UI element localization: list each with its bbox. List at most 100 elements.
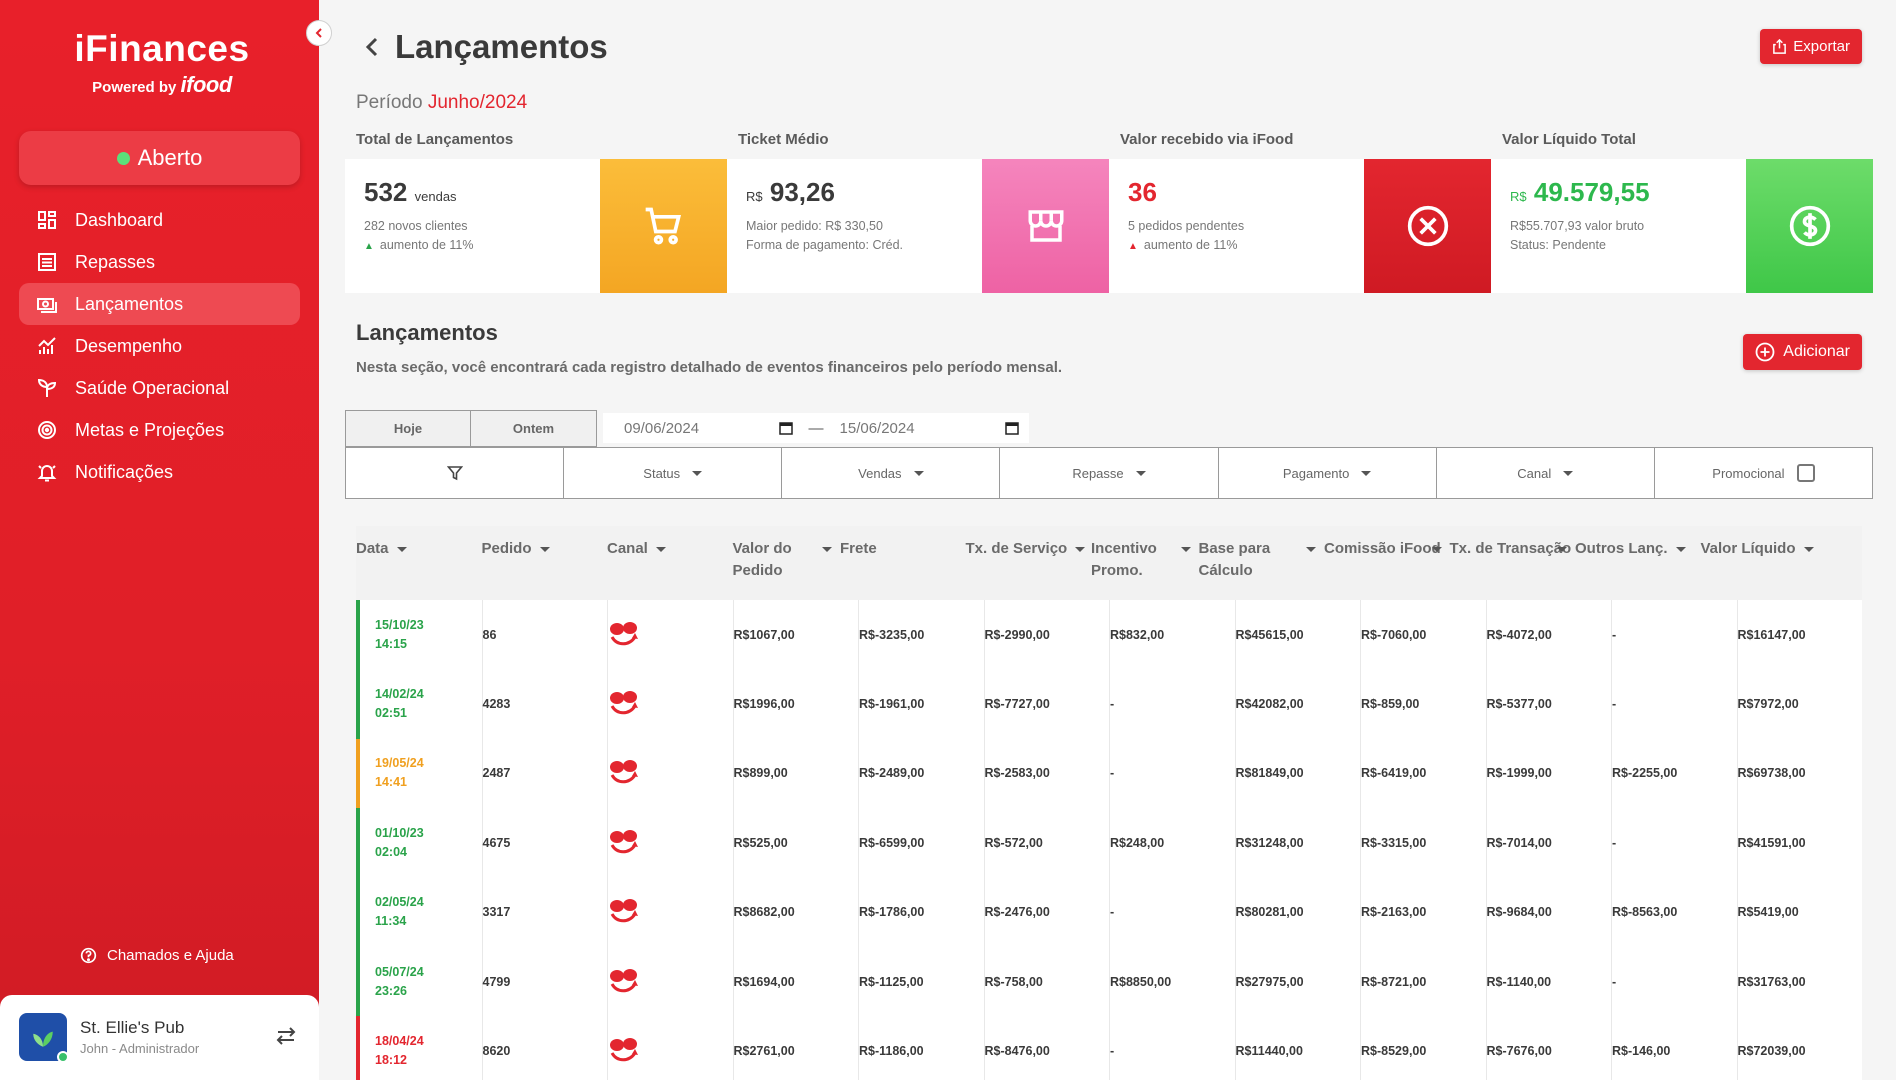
table-row[interactable]: 18/04/24 18:12 8620 R$2761,00 R$-1186,00 R$-8… [356, 1016, 1862, 1080]
table-row[interactable]: 02/05/24 11:34 3317 R$8682,00 R$-1786,00 R$-2… [356, 877, 1862, 947]
date-value: 01/10/23 [375, 825, 424, 840]
date-separator: — [808, 419, 824, 437]
stat-trend: ▲ aumento de 11% [364, 238, 474, 252]
status-bar [356, 738, 360, 809]
promo-label: Promocional [1712, 465, 1785, 481]
cell-value: - [1109, 738, 1235, 809]
cell-date: 14/02/24 02:51 [356, 669, 482, 738]
date-from-input[interactable]: 09/06/2024 [603, 420, 803, 437]
sidebar-item-notificacoes[interactable]: Notificações [19, 451, 300, 493]
table-row[interactable]: 14/02/24 02:51 4283 R$1996,00 R$-1961,00 R$-7… [356, 669, 1862, 739]
sidebar-item-saude-operacional[interactable]: Saúde Operacional [19, 367, 300, 409]
status-bar [356, 600, 360, 670]
store-name: St. Ellie's Pub [80, 1018, 185, 1037]
stat-sub: 282 novos clientes [364, 219, 468, 233]
cell-value: R$-7727,00 [983, 669, 1110, 739]
cell-value: R$-859,00 [1360, 669, 1486, 739]
time-value: 02:04 [375, 844, 407, 859]
table-row[interactable]: 01/10/23 02:04 4675 R$525,00 R$-6599,00 R$-57… [356, 808, 1862, 878]
cell-value: R$-1125,00 [858, 946, 984, 1017]
ifood-channel-icon [610, 829, 638, 854]
sidebar: iFinances Powered by ifood Aberto Dashbo… [0, 0, 319, 1080]
table-row[interactable]: 05/07/24 23:26 4799 R$1694,00 R$-1125,00 R$-7… [356, 946, 1862, 1017]
column-header[interactable]: Canal [607, 526, 733, 600]
stat-icon-block [1364, 159, 1491, 293]
payment-dropdown[interactable]: Pagamento [1217, 448, 1436, 498]
filter-today-button[interactable]: Hoje [345, 410, 471, 447]
ifood-channel-icon [610, 1038, 638, 1062]
promo-checkbox[interactable] [1796, 464, 1815, 482]
cell-value: R$-8563,00 [1611, 877, 1737, 947]
sidebar-item-dashboard[interactable]: Dashboard [19, 199, 300, 241]
export-button[interactable]: Exportar [1760, 29, 1862, 64]
cell-value: 4283 [481, 669, 608, 739]
sidebar-item-label: Metas e Projeções [75, 419, 225, 440]
calendar-icon[interactable] [1005, 421, 1019, 435]
cell-value: R$2761,00 [732, 1016, 859, 1080]
filter-yesterday-button[interactable]: Ontem [471, 410, 597, 447]
status-dropdown[interactable]: Status [563, 448, 781, 498]
export-label: Exportar [1793, 38, 1850, 55]
column-header-label: Data [356, 540, 389, 557]
plus-circle-icon [1755, 342, 1775, 362]
column-header[interactable]: Valor Líquido [1701, 526, 1827, 600]
bell-icon [37, 465, 57, 482]
cell-value: R$45615,00 [1234, 600, 1361, 670]
calendar-icon[interactable] [778, 421, 793, 435]
ifood-channel-icon [610, 621, 638, 645]
column-header[interactable]: Frete [822, 526, 966, 600]
list-icon [38, 253, 56, 271]
period-value[interactable]: Junho/2024 [428, 92, 527, 113]
back-icon[interactable] [363, 36, 381, 58]
sidebar-item-label: Notificações [75, 461, 174, 482]
column-header[interactable]: Outros Lanç. [1557, 526, 1701, 600]
user-card[interactable]: St. Ellie's Pub John - Administrador [0, 995, 319, 1080]
sidebar-item-lancamentos[interactable]: Lançamentos [19, 283, 300, 325]
table-row[interactable]: 19/05/24 14:41 2487 R$899,00 R$-2489,00 R$-25… [356, 738, 1862, 809]
column-header[interactable]: Base para Cálculo [1180, 526, 1325, 600]
plant-icon [37, 378, 57, 397]
collapse-sidebar-button[interactable] [306, 20, 332, 46]
cell-date: 19/05/24 14:41 [356, 739, 482, 808]
stat-value: 532 vendas [364, 177, 457, 207]
column-header-label: Canal [607, 540, 648, 557]
promo-filter[interactable]: Promocional [1653, 448, 1872, 498]
section-description: Nesta seção, você encontrará cada regist… [356, 359, 1063, 376]
help-link[interactable]: Chamados e Ajuda [80, 947, 234, 964]
cell-value: R$81849,00 [1234, 738, 1361, 809]
sidebar-item-metas[interactable]: Metas e Projeções [19, 409, 300, 451]
cell-value: R$72039,00 [1736, 1016, 1863, 1080]
sidebar-item-desempenho[interactable]: Desempenho [19, 325, 300, 367]
column-header[interactable]: Pedido [482, 526, 608, 600]
cell-channel [607, 946, 733, 1017]
column-header-label: Comissão iFood [1324, 540, 1441, 557]
column-header[interactable]: Tx. de Transação [1431, 526, 1576, 600]
filter-button[interactable] [346, 448, 563, 498]
cell-value: R$-3315,00 [1360, 808, 1486, 878]
stat-card-total: 532 vendas 282 novos clientes ▲ aumento d… [345, 159, 727, 293]
powered-by: Powered by ifood [72, 72, 252, 98]
sales-dropdown[interactable]: Vendas [781, 448, 999, 498]
column-header[interactable]: Data [356, 526, 482, 600]
status-bar [356, 808, 360, 878]
date-from-value: 09/06/2024 [624, 419, 700, 437]
cell-channel [607, 738, 733, 809]
cell-value: R$-2990,00 [983, 600, 1110, 670]
online-indicator [57, 1051, 69, 1063]
sidebar-item-repasses[interactable]: Repasses [19, 241, 300, 283]
date-to-input[interactable]: 15/06/2024 [830, 420, 1029, 437]
column-header-label: Pedido [481, 540, 532, 557]
add-button[interactable]: Adicionar [1743, 334, 1862, 370]
column-header[interactable]: Comissão iFood [1306, 526, 1450, 600]
caret-down-icon [1135, 470, 1146, 476]
stat-sub: Maior pedido: R$ 330,50 [746, 219, 883, 233]
chevron-left-icon [315, 28, 322, 38]
chart-icon [38, 337, 56, 354]
channel-dropdown[interactable]: Canal [1435, 448, 1654, 498]
table-row[interactable]: 15/10/23 14:15 86 R$1067,00 R$-3235,00 R$-299… [356, 600, 1862, 670]
transfer-dropdown[interactable]: Repasse [999, 448, 1217, 498]
swap-icon[interactable] [275, 1025, 297, 1047]
column-header[interactable]: Tx. de Serviço [966, 526, 1092, 600]
app-logo[interactable]: iFinances Powered by ifood [72, 28, 252, 98]
store-status-button[interactable]: Aberto [19, 131, 300, 185]
